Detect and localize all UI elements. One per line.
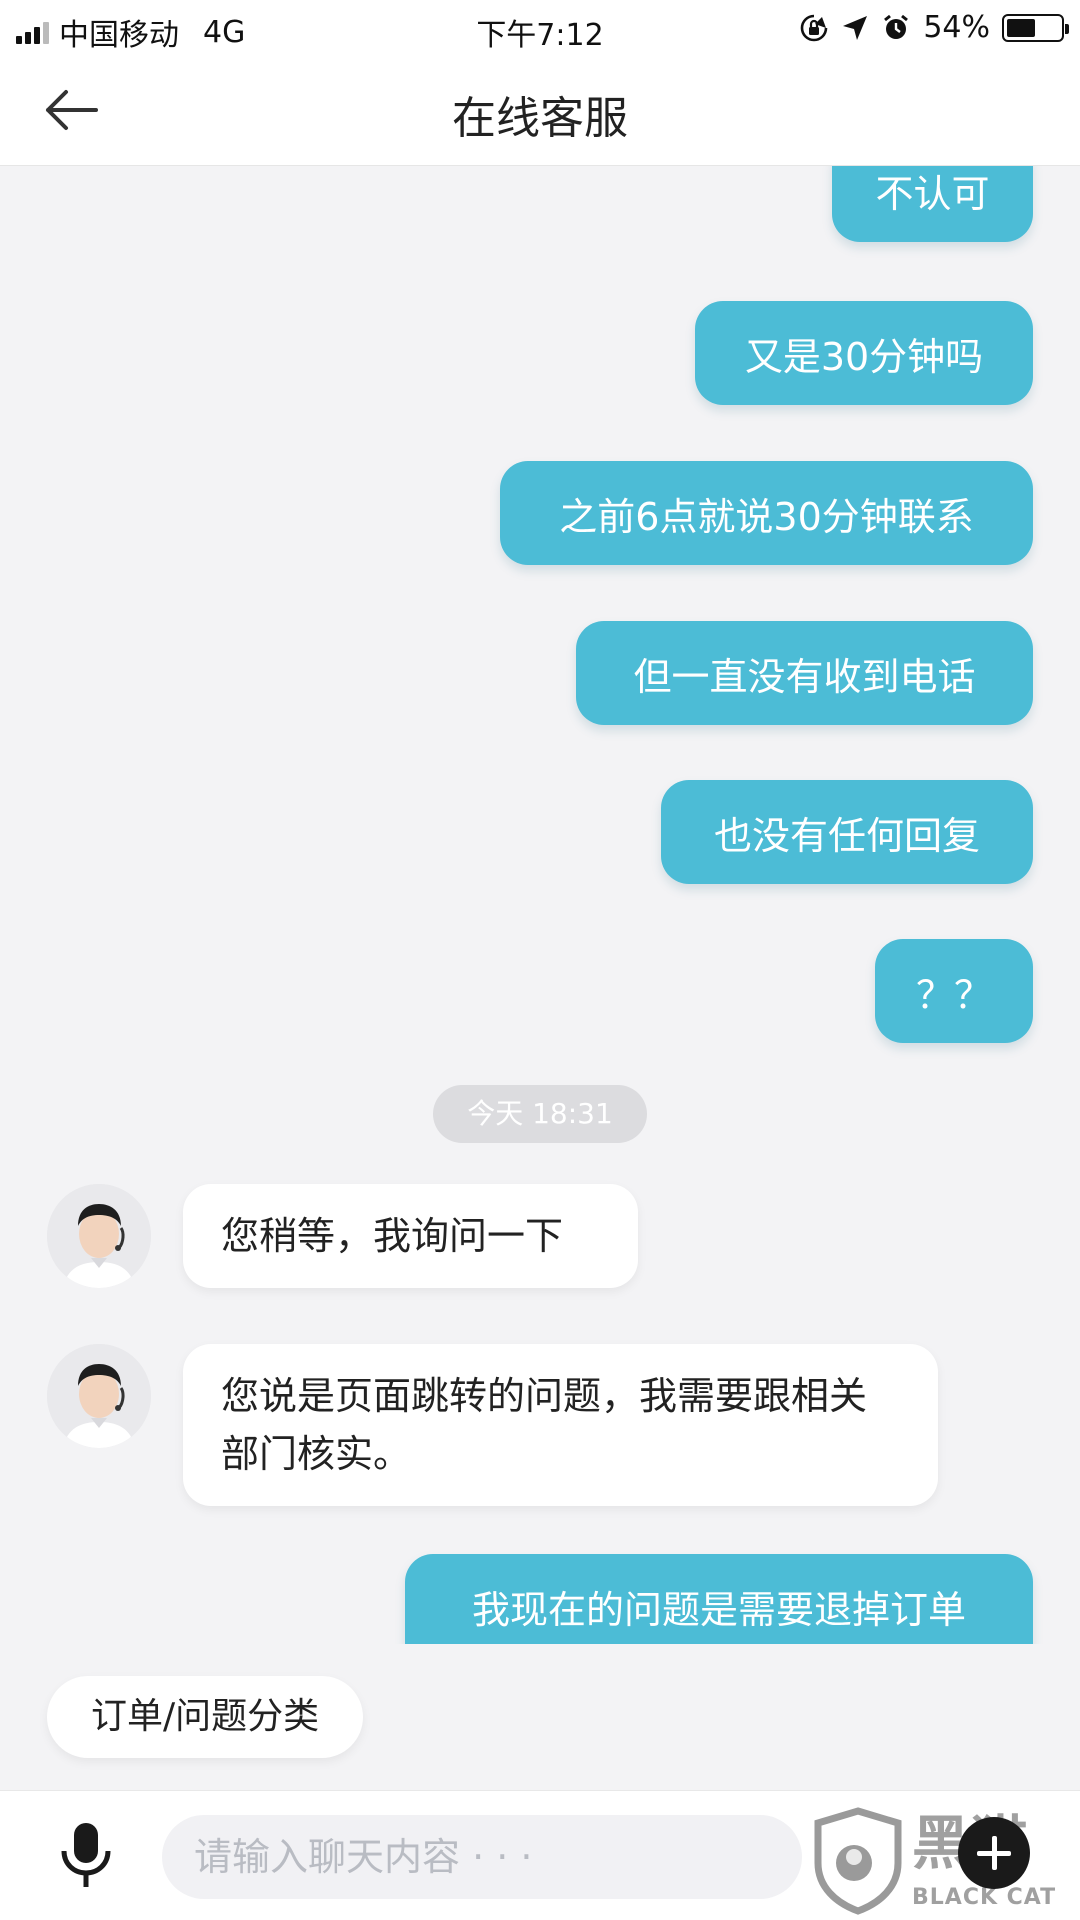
message-timestamp: 今天 18:31 bbox=[433, 1085, 647, 1143]
agent-avatar[interactable] bbox=[47, 1344, 151, 1448]
location-icon bbox=[843, 15, 868, 40]
chat-text-input[interactable] bbox=[162, 1815, 802, 1899]
status-bar: 中国移动 4G 下午7:12 54% bbox=[0, 0, 1080, 54]
outgoing-message-bubble[interactable]: 不认可 bbox=[832, 166, 1033, 242]
outgoing-message-bubble[interactable]: 我现在的问题是需要退掉订单 bbox=[405, 1554, 1033, 1644]
chat-message-list[interactable]: 不认可 又是30分钟吗 之前6点就说30分钟联系 但一直没有收到电话 也没有任何… bbox=[0, 166, 1080, 1644]
agent-avatar[interactable] bbox=[47, 1184, 151, 1288]
orientation-lock-icon bbox=[801, 14, 828, 41]
alarm-icon bbox=[884, 14, 909, 39]
incoming-message-bubble[interactable]: 您稍等，我询问一下 bbox=[183, 1184, 638, 1288]
agent-avatar-icon bbox=[47, 1344, 151, 1448]
plus-button[interactable] bbox=[958, 1817, 1030, 1889]
battery-icon bbox=[1002, 13, 1069, 42]
order-category-chip[interactable]: 订单/问题分类 bbox=[47, 1676, 364, 1758]
battery-percent: 54% bbox=[923, 10, 990, 45]
incoming-message-bubble[interactable]: 您说是页面跳转的问题，我需要跟相关部门核实。 bbox=[183, 1344, 938, 1506]
microphone-icon bbox=[61, 1823, 111, 1887]
incoming-message-text: 您说是页面跳转的问题，我需要跟相关部门核实。 bbox=[221, 1374, 868, 1476]
incoming-message-text: 您稍等，我询问一下 bbox=[221, 1214, 564, 1258]
status-right: 54% bbox=[799, 10, 1069, 45]
outgoing-message-bubble[interactable]: ？？ bbox=[875, 939, 1033, 1043]
outgoing-message-bubble[interactable]: 但一直没有收到电话 bbox=[576, 621, 1033, 725]
outgoing-message-bubble[interactable]: 之前6点就说30分钟联系 bbox=[500, 461, 1033, 565]
agent-avatar-icon bbox=[47, 1184, 151, 1288]
black-cat-logo-icon bbox=[814, 1807, 902, 1915]
outgoing-message-bubble[interactable]: 也没有任何回复 bbox=[661, 780, 1033, 884]
chat-input-bar: 黑猫 BLACK CAT bbox=[0, 1790, 1080, 1920]
page-title: 在线客服 bbox=[452, 93, 628, 144]
outgoing-message-bubble[interactable]: 又是30分钟吗 bbox=[695, 301, 1033, 405]
watermark: 黑猫 BLACK CAT bbox=[808, 1807, 1076, 1915]
nav-bar: 在线客服 bbox=[0, 54, 1080, 166]
watermark-text: BLACK CAT bbox=[912, 1885, 1057, 1910]
voice-input-button[interactable] bbox=[52, 1819, 120, 1893]
